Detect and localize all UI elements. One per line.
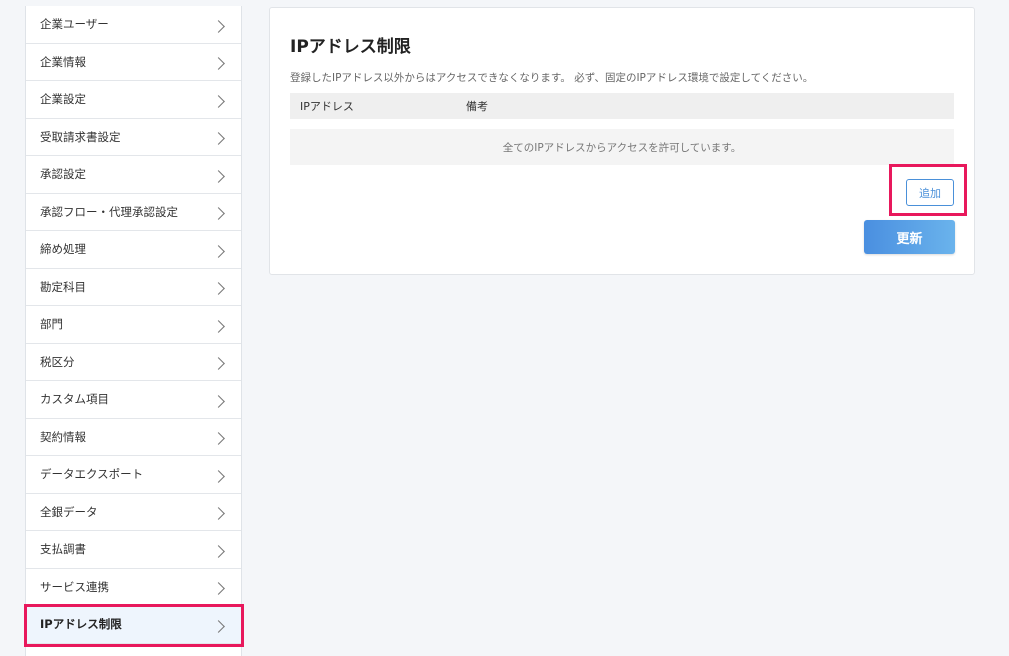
chevron-right-icon [212, 169, 225, 183]
sidebar-item-closing[interactable]: 締め処理 [26, 231, 241, 269]
table-header: IPアドレス 備考 [290, 93, 954, 119]
sidebar-item-label: 受取請求書設定 [40, 129, 121, 144]
sidebar-item-approval-settings[interactable]: 承認設定 [26, 156, 241, 194]
sidebar-item-invoice-settings[interactable]: 受取請求書設定 [26, 119, 241, 156]
chevron-right-icon [212, 507, 225, 521]
chevron-right-icon [212, 94, 225, 108]
sidebar-item-approval-flow[interactable]: 承認フロー・代理承認設定 [26, 194, 241, 231]
sidebar-item-label: 承認フロー・代理承認設定 [40, 204, 178, 219]
ip-restriction-card: IPアドレス制限 登録したIPアドレス以外からはアクセスできなくなります。 必ず… [269, 7, 975, 275]
sidebar-item-label: IPアドレス制限 [40, 617, 122, 632]
chevron-right-icon [212, 357, 225, 371]
sidebar-item-payment-records[interactable]: 支払調書 [26, 531, 241, 569]
sidebar-item-label: 承認設定 [40, 167, 86, 182]
chevron-right-icon [212, 619, 225, 633]
settings-sidebar: 企業ユーザー 企業情報 企業設定 受取請求書設定 承認設定 承認フロー・代理承認… [25, 6, 242, 656]
chevron-right-icon [212, 319, 225, 333]
sidebar-item-accounts[interactable]: 勘定科目 [26, 269, 241, 306]
sidebar-item-data-export[interactable]: データエクスポート [26, 456, 241, 494]
chevron-right-icon [212, 469, 225, 483]
sidebar-item-company-users[interactable]: 企業ユーザー [26, 6, 241, 44]
sidebar-item-custom-fields[interactable]: カスタム項目 [26, 381, 241, 419]
sidebar-item-label: 勘定科目 [40, 279, 86, 294]
sidebar-item-label: 税区分 [40, 354, 75, 369]
column-header-note: 備考 [466, 100, 488, 113]
chevron-right-icon [212, 57, 225, 71]
sidebar-item-label: カスタム項目 [40, 392, 109, 407]
sidebar-item-ip-restriction[interactable]: IPアドレス制限 [26, 606, 241, 644]
sidebar-item-label: 部門 [40, 317, 63, 332]
sidebar-item-label: 企業設定 [40, 92, 86, 107]
chevron-right-icon [212, 544, 225, 558]
page-description: 登録したIPアドレス以外からはアクセスできなくなります。 必ず、固定のIPアドレ… [290, 72, 814, 84]
sidebar-item-departments[interactable]: 部門 [26, 306, 241, 344]
sidebar-item-label: サービス連携 [40, 579, 109, 594]
sidebar-item-label: 企業ユーザー [40, 17, 109, 32]
sidebar-item-tax-categories[interactable]: 税区分 [26, 344, 241, 381]
chevron-right-icon [212, 244, 225, 258]
chevron-right-icon [212, 394, 225, 408]
column-header-ip: IPアドレス [300, 100, 354, 113]
add-button[interactable]: 追加 [906, 179, 954, 206]
sidebar-item-label: データエクスポート [40, 467, 144, 482]
chevron-right-icon [212, 207, 225, 221]
update-button[interactable]: 更新 [864, 220, 955, 254]
sidebar-item-contract-info[interactable]: 契約情報 [26, 419, 241, 456]
sidebar-item-company-info[interactable]: 企業情報 [26, 44, 241, 81]
sidebar-item-zengin-data[interactable]: 全銀データ [26, 494, 241, 531]
sidebar-item-label: 全銀データ [40, 504, 98, 519]
sidebar-item-label: 支払調書 [40, 542, 86, 557]
sidebar-item-integrations[interactable]: サービス連携 [26, 569, 241, 606]
chevron-right-icon [212, 582, 225, 596]
sidebar-item-label: 企業情報 [40, 54, 86, 69]
table-empty-row: 全てのIPアドレスからアクセスを許可しています。 [290, 129, 954, 165]
page-title: IPアドレス制限 [290, 37, 411, 57]
sidebar-item-label: 締め処理 [40, 242, 86, 257]
sidebar-item-label: 契約情報 [40, 429, 86, 444]
chevron-right-icon [212, 432, 225, 446]
chevron-right-icon [212, 282, 225, 296]
chevron-right-icon [212, 132, 225, 146]
chevron-right-icon [212, 19, 225, 33]
sidebar-item-company-settings[interactable]: 企業設定 [26, 81, 241, 119]
